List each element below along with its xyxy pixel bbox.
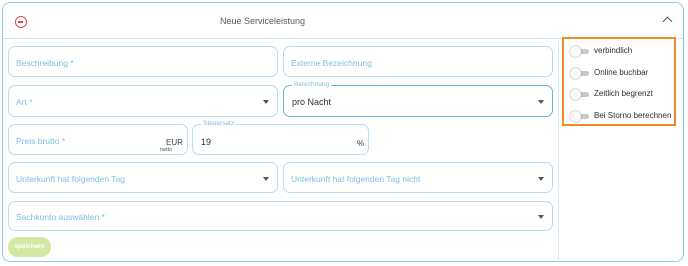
steuersatz-unit: %	[357, 139, 365, 148]
unterkunft-tag-label: Unterkunft hat folgenden Tag	[16, 174, 126, 184]
toggle-switch[interactable]	[570, 67, 590, 79]
toggle-switch[interactable]	[570, 45, 590, 57]
sachkonto-label: Sachkonto auswählen *	[16, 212, 105, 222]
panel-title: Neue Serviceleistung	[220, 16, 306, 26]
dropdown-caret-icon	[538, 215, 544, 219]
chevron-up-icon[interactable]	[662, 16, 673, 27]
art-label: Art *	[16, 97, 33, 107]
steuersatz-value: 19	[201, 137, 212, 147]
steuersatz-field[interactable]: Steuersatz 19 %	[192, 120, 369, 155]
dropdown-caret-icon	[538, 177, 544, 181]
unterkunft-tag-nicht-select[interactable]: Unterkunft hat folgenden Tag nicht	[283, 162, 553, 193]
dropdown-caret-icon	[538, 100, 544, 104]
dropdown-caret-icon	[263, 177, 269, 181]
beschreibung-field[interactable]: Beschreibung *	[8, 46, 278, 77]
externe-bezeichnung-label: Externe Bezeichnung	[291, 58, 372, 68]
toggle-switch[interactable]	[570, 88, 590, 100]
toggle-zeitlich-begrenzt[interactable]: Zeitlich begrenzt	[570, 87, 674, 101]
sachkonto-select[interactable]: Sachkonto auswählen *	[8, 201, 553, 231]
minus-circle-icon[interactable]	[15, 16, 27, 28]
toggle-label: Zeitlich begrenzt	[594, 89, 653, 98]
externe-bezeichnung-field[interactable]: Externe Bezeichnung	[283, 46, 553, 77]
save-button[interactable]: speichern	[8, 237, 51, 257]
unterkunft-tag-nicht-label: Unterkunft hat folgenden Tag nicht	[291, 174, 421, 184]
toggle-label: Bei Storno berechnen	[594, 111, 672, 120]
toggle-verbindlich[interactable]: verbindlich	[570, 44, 674, 58]
unterkunft-tag-select[interactable]: Unterkunft hat folgenden Tag	[8, 162, 278, 193]
berechnung-label: Berechnung	[292, 81, 332, 89]
service-panel: Neue Serviceleistung Beschreibung * Exte…	[2, 2, 684, 262]
preis-hint: netto	[160, 147, 173, 153]
preis-unit: EUR	[166, 138, 183, 147]
beschreibung-label: Beschreibung *	[16, 58, 74, 68]
toggle-online-buchbar[interactable]: Online buchbar	[570, 66, 674, 80]
berechnung-select[interactable]: Berechnung pro Nacht	[283, 81, 553, 117]
dropdown-caret-icon	[263, 100, 269, 104]
panel-header[interactable]: Neue Serviceleistung	[3, 3, 683, 39]
preis-brutto-label: Preis brutto *	[16, 136, 66, 146]
toggle-label: verbindlich	[594, 46, 633, 55]
vertical-divider	[558, 40, 559, 262]
berechnung-value: pro Nacht	[292, 97, 332, 107]
toggle-bei-storno[interactable]: Bei Storno berechnen	[570, 109, 674, 123]
art-select[interactable]: Art *	[8, 85, 278, 117]
toggle-group: verbindlich Online buchbar Zeitlich begr…	[562, 37, 676, 126]
steuersatz-label: Steuersatz	[201, 120, 237, 128]
toggle-switch[interactable]	[570, 110, 590, 122]
toggle-label: Online buchbar	[594, 68, 649, 77]
preis-brutto-field[interactable]: Preis brutto * EUR netto	[8, 124, 188, 155]
